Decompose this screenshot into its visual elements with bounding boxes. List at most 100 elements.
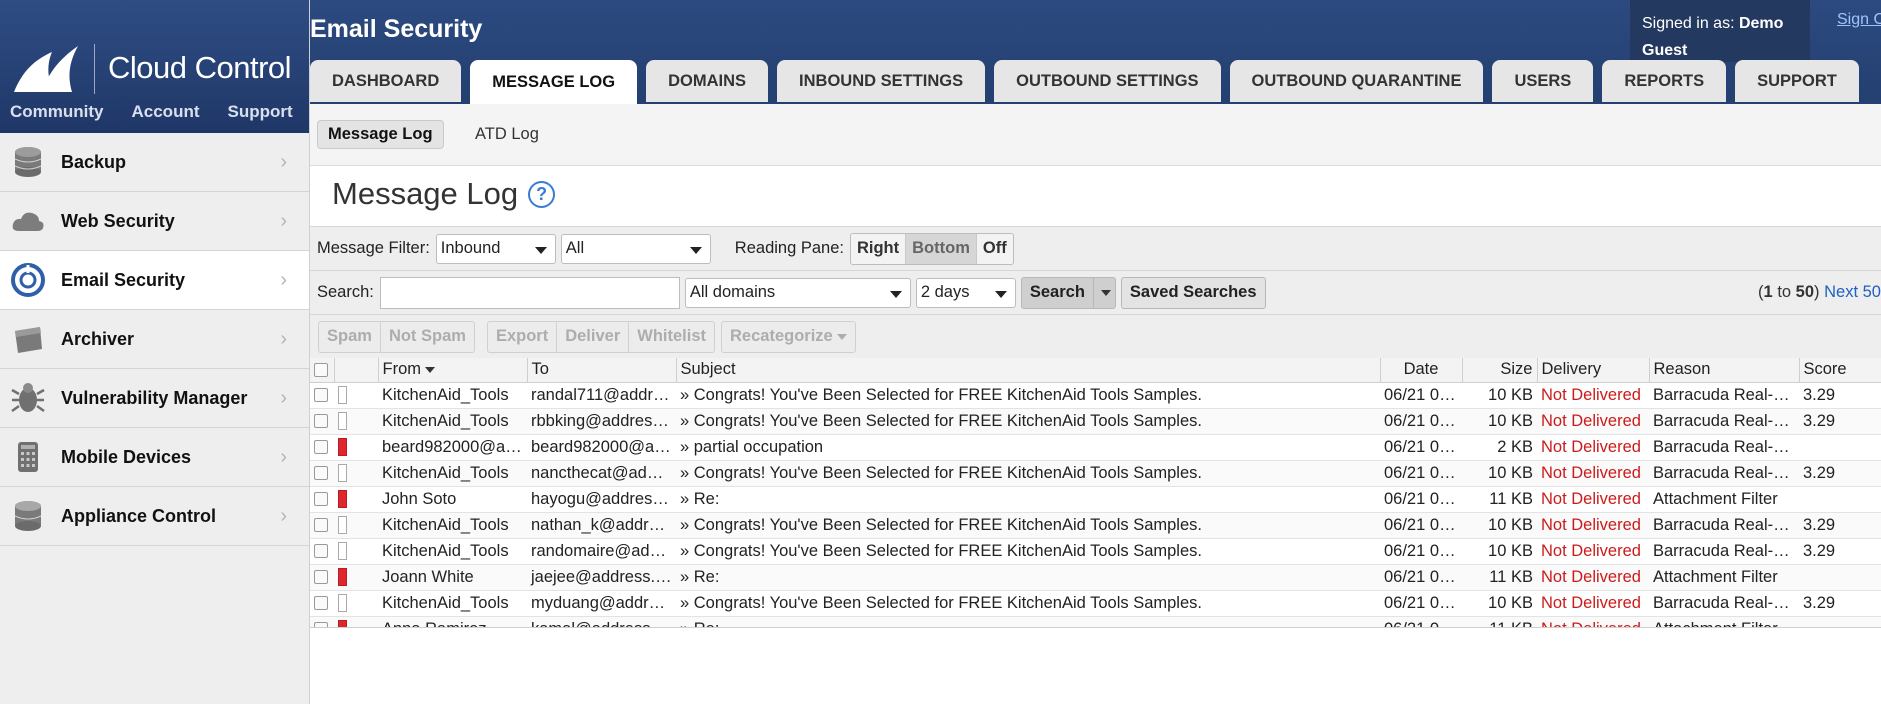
sidebar-item-label: Mobile Devices: [61, 446, 192, 467]
table-row[interactable]: KitchenAid_Toolsnancthecat@address.com» …: [310, 460, 1881, 487]
message-flag-icon: [338, 386, 347, 405]
sidebar-item-backup[interactable]: Backup ›: [0, 133, 309, 192]
cell-size: 11 KB: [1462, 616, 1537, 627]
sidebar-item-web-security[interactable]: Web Security ›: [0, 192, 309, 251]
table-header-row: From To Subject Date Size Delivery Reaso…: [310, 358, 1881, 383]
cell-score: [1799, 434, 1881, 461]
sidebar-item-appliance-control[interactable]: Appliance Control ›: [0, 487, 309, 546]
row-checkbox-cell: [310, 460, 334, 487]
date-range-select[interactable]: 2 days: [915, 277, 1016, 308]
tab-outbound-quarantine[interactable]: OUTBOUND QUARANTINE: [1229, 60, 1484, 102]
direction-select[interactable]: Inbound: [435, 233, 556, 264]
cell-to: beard982000@address.com: [527, 434, 676, 461]
column-header-subject[interactable]: Subject: [676, 358, 1381, 383]
row-flag-cell: [334, 460, 378, 487]
row-checkbox[interactable]: [314, 492, 328, 507]
table-row[interactable]: Joann White jaejee@address.com» Re: 06/21 …: [310, 564, 1881, 591]
help-icon[interactable]: ?: [528, 180, 556, 208]
table-row[interactable]: Anna Ramirezkamal@address.com» Re:06/21 …: [310, 616, 1881, 627]
export-button[interactable]: Export: [486, 320, 558, 353]
chevron-right-icon: ›: [280, 327, 287, 350]
tab-dashboard[interactable]: DASHBOARD: [310, 60, 462, 102]
reading-pane-off-button[interactable]: Off: [976, 233, 1013, 264]
chevron-down-icon: [836, 333, 847, 340]
table-row[interactable]: KitchenAid_Toolsmyduang@address.com» Con…: [310, 590, 1881, 617]
account-link[interactable]: Account: [132, 102, 200, 122]
next-page-link[interactable]: Next 50: [1824, 283, 1881, 301]
column-header-reason[interactable]: Reason: [1649, 358, 1800, 383]
row-flag-cell: [334, 512, 378, 539]
reading-pane-right-button[interactable]: Right: [850, 233, 907, 264]
reading-pane-bottom-button[interactable]: Bottom: [906, 233, 977, 264]
tab-domains[interactable]: DOMAINS: [646, 60, 769, 102]
not-spam-button[interactable]: Not Spam: [380, 320, 475, 353]
row-checkbox[interactable]: [314, 466, 328, 481]
table-row[interactable]: beard982000@address.combeard982000@addre…: [310, 434, 1881, 461]
cell-reason: Attachment Filter: [1649, 616, 1799, 627]
search-button[interactable]: Search: [1020, 276, 1094, 309]
row-checkbox[interactable]: [314, 544, 328, 559]
cell-subject: » Re:: [676, 486, 1380, 513]
row-checkbox-cell: [310, 538, 334, 565]
signed-in-label: Signed in as:: [1642, 15, 1735, 32]
support-link[interactable]: Support: [228, 102, 293, 122]
chevron-right-icon: ›: [280, 268, 287, 291]
select-all-checkbox[interactable]: [314, 362, 328, 377]
tab-reports[interactable]: REPORTS: [1602, 60, 1727, 102]
table-row[interactable]: John Sotohayogu@address.com» Re:06/21 08…: [310, 486, 1881, 513]
row-checkbox-cell: [310, 590, 334, 617]
sidebar-item-email-security[interactable]: Email Security ›: [0, 251, 309, 310]
search-input[interactable]: [379, 276, 680, 309]
row-flag-cell: [334, 408, 378, 435]
row-checkbox[interactable]: [314, 414, 328, 429]
tab-message-log[interactable]: MESSAGE LOG: [470, 60, 638, 104]
cell-from: Joann White: [378, 564, 527, 591]
chevron-right-icon: ›: [280, 209, 287, 232]
column-header-size[interactable]: Size: [1462, 358, 1538, 383]
tab-support[interactable]: SUPPORT: [1735, 60, 1859, 102]
deliver-button[interactable]: Deliver: [557, 320, 630, 353]
cell-size: 10 KB: [1462, 512, 1537, 539]
cell-to: nathan_k@address.com: [527, 512, 676, 539]
search-bar: Search: All domains 2 days Search Saved …: [310, 270, 1881, 314]
column-header-to[interactable]: To: [527, 358, 677, 383]
tab-inbound-settings[interactable]: INBOUND SETTINGS: [777, 60, 986, 102]
spam-button[interactable]: Spam: [318, 320, 381, 353]
whitelist-button[interactable]: Whitelist: [629, 320, 716, 353]
cell-reason: Barracuda Real-Time System: [1649, 408, 1799, 435]
cell-delivery: Not Delivered: [1537, 616, 1649, 627]
bug-icon: [10, 380, 46, 416]
recategorize-button[interactable]: Recategorize: [721, 320, 856, 353]
cell-date: 06/21 08:08: [1380, 538, 1462, 565]
saved-searches-button[interactable]: Saved Searches: [1120, 276, 1266, 309]
row-checkbox[interactable]: [314, 596, 328, 611]
email-security-icon: [10, 262, 46, 298]
tab-users[interactable]: USERS: [1492, 60, 1594, 102]
subtab-message-log[interactable]: Message Log: [317, 120, 444, 149]
domain-select[interactable]: All domains: [684, 277, 911, 308]
sign-out-link[interactable]: Sign Out: [1837, 11, 1881, 29]
message-table: From To Subject Date Size Delivery Reaso…: [310, 358, 1881, 627]
message-type-select[interactable]: All: [560, 233, 711, 264]
sidebar-item-vulnerability-manager[interactable]: Vulnerability Manager ›: [0, 369, 309, 428]
column-header-from[interactable]: From: [378, 358, 528, 383]
row-checkbox[interactable]: [314, 622, 328, 627]
cell-score: 3.29: [1799, 512, 1881, 539]
subtab-atd-log[interactable]: ATD Log: [465, 120, 549, 149]
table-row[interactable]: KitchenAid_Toolsrandomaire@address.com» …: [310, 538, 1881, 565]
table-row[interactable]: KitchenAid_Toolsrandal711@address.com» C…: [310, 382, 1881, 409]
search-options-dropdown[interactable]: [1093, 276, 1116, 309]
sidebar-item-mobile-devices[interactable]: Mobile Devices ›: [0, 428, 309, 487]
column-header-date[interactable]: Date: [1380, 358, 1463, 383]
tab-outbound-settings[interactable]: OUTBOUND SETTINGS: [994, 60, 1221, 102]
column-header-delivery[interactable]: Delivery: [1537, 358, 1650, 383]
table-row[interactable]: KitchenAid_Toolsrbbking@address.com» Con…: [310, 408, 1881, 435]
row-checkbox[interactable]: [314, 518, 328, 533]
table-row[interactable]: KitchenAid_Toolsnathan_k@address.com» Co…: [310, 512, 1881, 539]
sidebar-item-archiver[interactable]: Archiver ›: [0, 310, 309, 369]
row-checkbox[interactable]: [314, 570, 328, 585]
row-checkbox[interactable]: [314, 440, 328, 455]
column-header-score[interactable]: Score: [1799, 358, 1881, 383]
row-checkbox[interactable]: [314, 388, 328, 403]
community-link[interactable]: Community: [10, 102, 104, 122]
